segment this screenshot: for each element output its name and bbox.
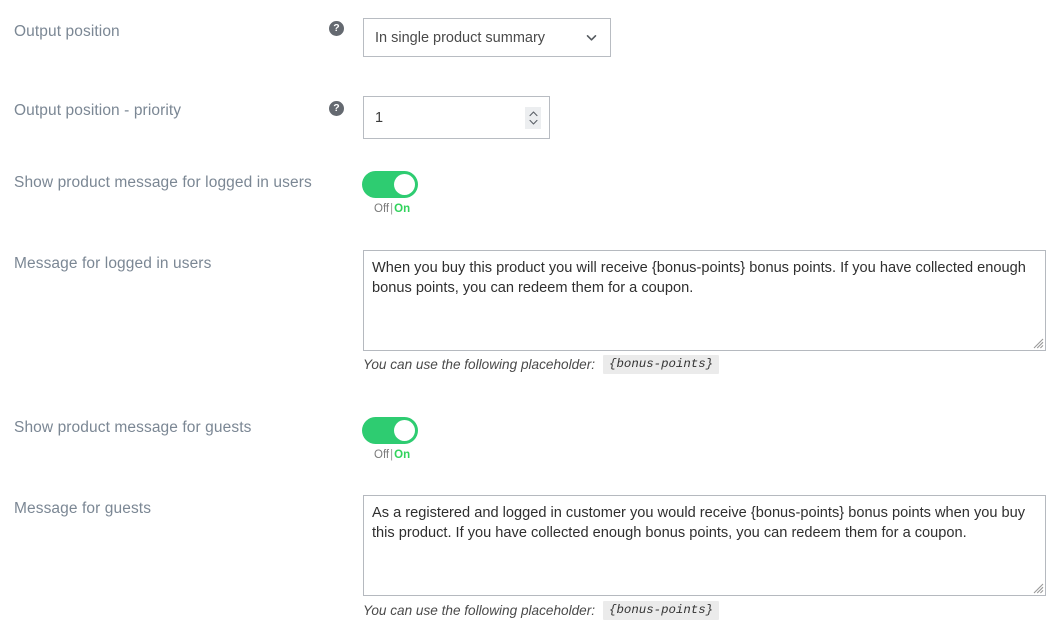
message-guests-textarea-value: As a registered and logged in customer y…	[372, 505, 1030, 541]
output-position-priority-input[interactable]: 1	[363, 96, 550, 139]
label-show-product-message-guests: Show product message for guests	[14, 419, 252, 436]
resize-handle-icon[interactable]	[1030, 335, 1044, 349]
placeholder-code-chip: {bonus-points}	[603, 355, 720, 374]
toggle-show-message-guests-wrapper: Off|On	[362, 417, 418, 462]
toggle-on-label: On	[394, 449, 411, 461]
toggle-knob-icon	[394, 174, 415, 195]
toggle-separator: |	[390, 449, 394, 461]
hint-message-guests: You can use the following placeholder: {…	[363, 601, 720, 620]
chevron-down-icon	[585, 31, 598, 44]
toggle-on-label: On	[394, 203, 411, 215]
message-logged-in-textarea-value: When you buy this product you will recei…	[372, 260, 1030, 296]
toggle-knob-icon	[394, 420, 415, 441]
toggle-off-label: Off	[374, 449, 390, 461]
spinner-up-down-icon[interactable]	[525, 106, 541, 129]
output-position-priority-value: 1	[375, 109, 384, 126]
label-message-guests: Message for guests	[14, 500, 152, 517]
question-mark-icon[interactable]: ?	[329, 101, 344, 116]
hint-message-logged-in: You can use the following placeholder: {…	[363, 355, 720, 374]
message-guests-textarea[interactable]: As a registered and logged in customer y…	[363, 495, 1046, 596]
hint-text: You can use the following placeholder:	[363, 602, 596, 618]
toggle-separator: |	[390, 203, 394, 215]
message-logged-in-textarea[interactable]: When you buy this product you will recei…	[363, 250, 1046, 351]
label-output-position-priority: Output position - priority	[14, 102, 182, 119]
label-show-product-message-logged-in: Show product message for logged in users	[14, 174, 312, 191]
question-mark-icon[interactable]: ?	[329, 21, 344, 36]
toggle-show-message-logged-in[interactable]	[362, 171, 418, 198]
output-position-select-value: In single product summary	[375, 29, 546, 46]
label-output-position: Output position	[14, 23, 120, 40]
toggle-show-message-logged-in-wrapper: Off|On	[362, 171, 418, 216]
resize-handle-icon[interactable]	[1030, 580, 1044, 594]
toggle-show-message-guests[interactable]	[362, 417, 418, 444]
output-position-select[interactable]: In single product summary	[363, 18, 611, 57]
label-message-logged-in: Message for logged in users	[14, 255, 212, 272]
hint-text: You can use the following placeholder:	[363, 356, 596, 372]
toggle-state-labels-logged-in: Off|On	[362, 202, 418, 216]
toggle-state-labels-guests: Off|On	[362, 448, 418, 462]
placeholder-code-chip: {bonus-points}	[603, 601, 720, 620]
toggle-off-label: Off	[374, 203, 390, 215]
